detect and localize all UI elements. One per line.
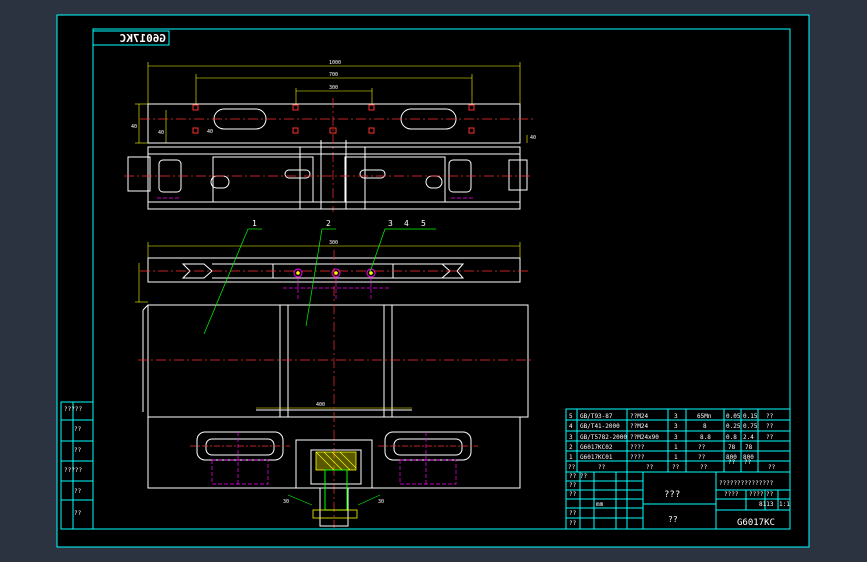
bom-cell: 2.4 [743,434,754,441]
drawing-sheet [56,14,810,548]
bom-cell: ???? [630,454,645,461]
dim-top-center: 300 [329,85,338,91]
drawing-subtitle: ?? [668,515,678,524]
bom-header-cell: ?? [700,464,708,471]
bom-cell: 0.05 [726,413,741,420]
dim-top-overall: 1000 [329,60,341,66]
small-mark-right: 40 [530,135,536,141]
approve-mark: ?? [569,491,577,498]
dim-top-inner: 700 [329,72,338,78]
bom-cell: 78 [728,444,736,451]
bom-cell: ?? [698,454,706,461]
left-label-3: ????? [64,467,82,474]
dim-left-b: 40 [158,130,164,136]
bom-cell: 3 [674,434,678,441]
left-label-5: ?? [74,510,82,517]
mirrored-code-text: G6017KC [120,32,166,45]
bom-header-cell: ?? [768,464,776,471]
dim-bottom-angle-left: 30 [283,499,289,505]
left-label-4: ?? [74,488,82,495]
mark-2: ?? [569,510,577,517]
bom-cell: 5 [569,413,573,420]
leader-3: 3 [388,219,393,228]
drawing-code: G6017KC [737,518,775,528]
bom-cell: G6017KC01 [580,454,613,461]
bom-cell: GB/T5782-2000 [580,434,627,441]
bom-cell: 0.75 [743,423,758,430]
leader-4: 4 [404,219,409,228]
scale-value: 1:1 [779,501,790,508]
leader-5: 5 [421,219,426,228]
left-label-0: ????? [64,406,82,413]
left-label-1: ?? [74,426,82,433]
bom-cell: 3 [569,434,573,441]
bom-cell: 2 [569,444,573,451]
bom-cell: ??M24x90 [630,434,659,441]
leader-1: 1 [252,219,257,228]
sheet-label: ??????????????? [719,480,774,487]
mass-label: ???? [749,491,764,498]
bom-cell: 1 [674,444,678,451]
scale-label: ?? [766,491,774,498]
bom-cell: 3 [674,413,678,420]
leader-2: 2 [326,219,331,228]
cad-drawing-canvas: G6017KC ????? ?? ?? ????? ?? ?? 1000 700… [56,14,810,548]
bom-cell: ??M24 [630,413,648,420]
bom-cell: ???? [630,444,645,451]
small-mark-left: 40 [207,129,213,135]
bom-cell: ?? [766,434,774,441]
bom-cell: 0.8 [726,434,737,441]
bom-header-cell: ?? [646,464,654,471]
bom-cell: 65Mn [697,413,712,420]
dim-bottom-angle-right: 30 [378,499,384,505]
bom-cell: GB/T93-87 [580,413,613,420]
dim-bottom-width: 400 [316,402,325,408]
unit-label: ?? [569,482,577,489]
bom-header-cell: ?? [672,464,680,471]
bom-cell: GB/T41-2000 [580,423,620,430]
dim-left-a: 40 [131,124,137,130]
dim-front-width: 300 [329,240,338,246]
mark-3: ?? [569,520,577,527]
bom-cell: 1 [569,454,573,461]
designer-mark: ?? ?? [569,473,587,480]
bom-cell: 0.25 [726,423,741,430]
bom-header-cell: ?? [744,459,752,466]
bom-cell: ??M24 [630,423,648,430]
bom-cell: G6017KC02 [580,444,613,451]
bom-cell: ?? [698,444,706,451]
left-label-2: ?? [74,447,82,454]
bom-cell: 1 [674,454,678,461]
bom-header-cell: ?? [568,464,576,471]
bom-header-cell: ?? [728,459,736,466]
bom-header-cell: ?? [598,464,606,471]
weight-label: ???? [724,491,739,498]
drawing-title: ??? [664,490,680,500]
sheet-count: 8113 [759,501,774,508]
bom-cell: ?? [766,423,774,430]
bom-cell: 0.15 [743,413,758,420]
bom-cell: 4 [569,423,573,430]
bom-cell: ?? [766,413,774,420]
bom-cell: 8 [703,423,707,430]
bom-cell: 3 [674,423,678,430]
bom-cell: 78 [745,444,753,451]
bom-cell: 8.8 [700,434,711,441]
unit-mark: mm [596,501,604,508]
